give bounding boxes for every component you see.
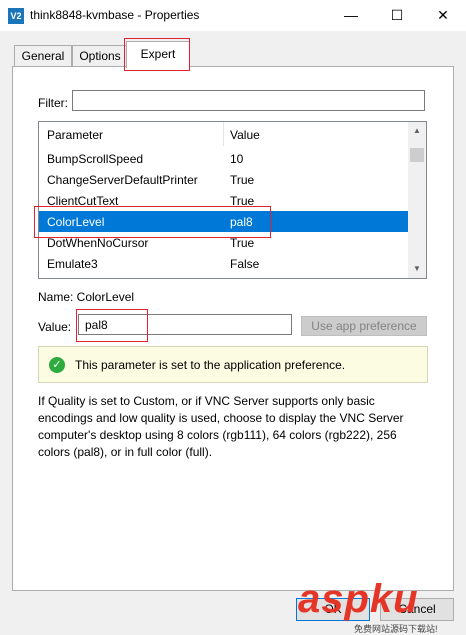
list-header: Parameter Value (39, 122, 408, 146)
scroll-up-arrow-icon[interactable]: ▲ (408, 122, 426, 140)
minimize-button[interactable]: — (328, 0, 374, 31)
watermark-subtext: 免费网站源码下载站! (354, 624, 438, 634)
list-row-colorlevel-selected[interactable]: ColorLevel pal8 (39, 211, 408, 232)
parameter-name-label: Name: ColorLevel (38, 290, 135, 304)
scroll-down-arrow-icon[interactable]: ▼ (408, 260, 426, 278)
row-parameter: DotWhenNoCursor (47, 236, 149, 250)
watermark-logo: aspku 免费网站源码下载站! (298, 577, 438, 634)
column-header-parameter[interactable]: Parameter (47, 128, 103, 142)
parameter-description: If Quality is set to Custom, or if VNC S… (38, 394, 404, 459)
vertical-scrollbar[interactable]: ▲ ▼ (408, 122, 426, 278)
info-message-box: ✓ This parameter is set to the applicati… (38, 346, 428, 383)
parameter-list[interactable]: Parameter Value BumpScrollSpeed 10 Chang… (38, 121, 427, 279)
watermark-text: aspku (298, 577, 419, 621)
row-parameter: Emulate3 (47, 257, 98, 271)
row-value: True (230, 194, 255, 208)
row-value: True (230, 236, 255, 250)
column-divider[interactable] (223, 122, 224, 146)
list-row-changeserverdefaultprinter[interactable]: ChangeServerDefaultPrinter True (39, 169, 408, 190)
list-row-bumpscrollspeed[interactable]: BumpScrollSpeed 10 (39, 148, 408, 169)
close-button[interactable]: ✕ (420, 0, 466, 31)
list-row-dotwhennocursor[interactable]: DotWhenNoCursor True (39, 232, 408, 253)
title-bar: V2 think8848-kvmbase - Properties — ☐ ✕ (0, 0, 466, 31)
row-value: False (230, 257, 260, 271)
vnc-app-icon: V2 (8, 8, 24, 24)
maximize-button[interactable]: ☐ (374, 0, 420, 31)
row-value: 10 (230, 152, 244, 166)
tab-expert[interactable]: Expert (126, 41, 190, 68)
tab-options[interactable]: Options (72, 45, 128, 66)
row-parameter: ColorLevel (47, 215, 105, 229)
scroll-thumb[interactable] (410, 148, 424, 162)
row-parameter: ClientCutText (47, 194, 119, 208)
row-parameter: ChangeServerDefaultPrinter (47, 173, 198, 187)
value-input[interactable]: pal8 (78, 314, 292, 335)
row-value: pal8 (230, 215, 253, 229)
filter-input[interactable] (72, 90, 425, 111)
list-row-emulate3[interactable]: Emulate3 False (39, 253, 408, 274)
value-label: Value: (38, 320, 72, 334)
check-circle-icon: ✓ (49, 357, 65, 373)
tab-general[interactable]: General (14, 45, 72, 66)
row-parameter: BumpScrollSpeed (47, 152, 144, 166)
use-app-preference-button[interactable]: Use app preference (301, 316, 427, 336)
column-header-value[interactable]: Value (230, 128, 260, 142)
list-row-clientcuttext[interactable]: ClientCutText True (39, 190, 408, 211)
row-value: True (230, 173, 255, 187)
window-title: think8848-kvmbase - Properties (30, 8, 200, 22)
filter-label: Filter: (38, 96, 68, 110)
info-message-text: This parameter is set to the application… (75, 358, 346, 372)
